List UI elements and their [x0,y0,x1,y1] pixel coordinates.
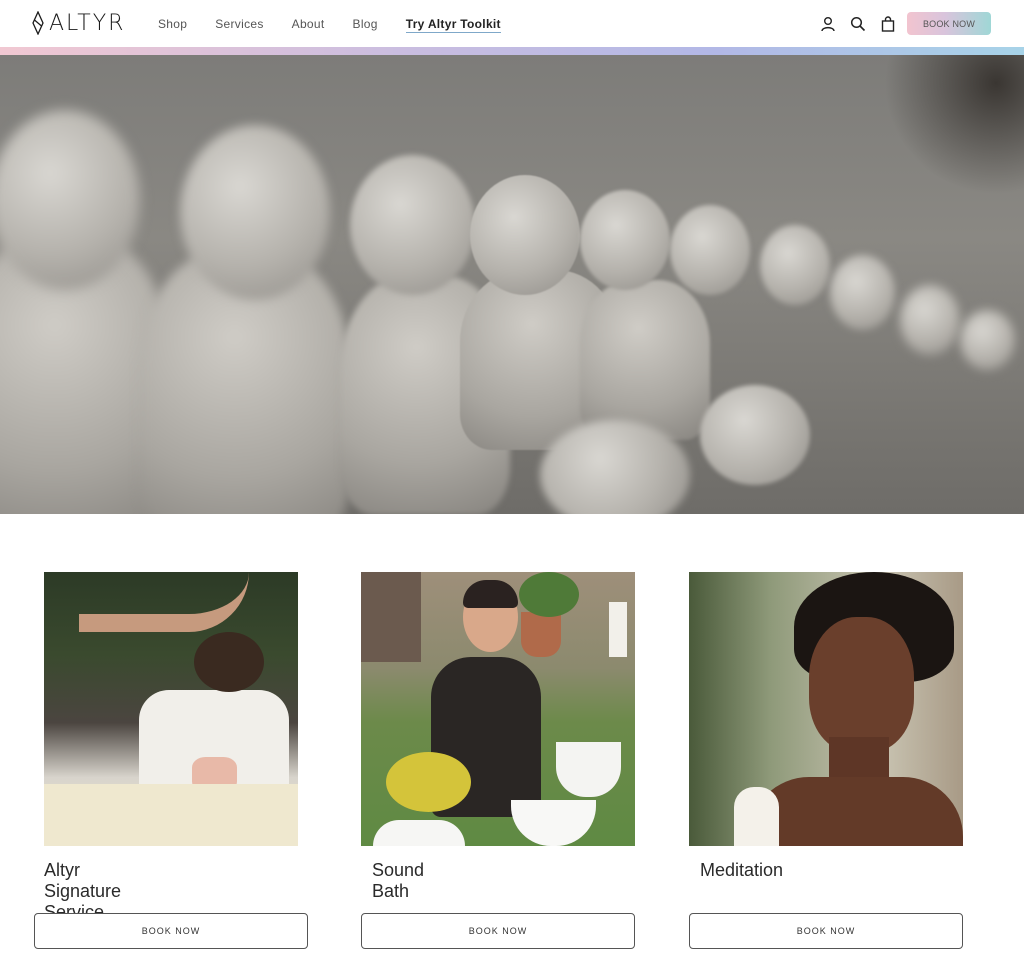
book-now-button[interactable]: BOOK NOW [34,913,308,949]
image-head [194,632,264,692]
nav-shop[interactable]: Shop [158,16,187,33]
header-book-now-button[interactable]: BOOK NOW [907,12,991,35]
hero-shadow [884,55,1024,195]
hero-figure [180,125,330,300]
hero-figure [580,190,670,290]
book-now-button[interactable]: BOOK NOW [361,913,635,949]
meditation-image[interactable] [689,572,963,846]
hero-figure [580,280,710,440]
hero-figure [670,205,750,295]
hero-figure [700,385,810,485]
nav-blog[interactable]: Blog [353,16,378,33]
image-top [734,787,779,846]
image-bowl [511,800,596,846]
image-cushion [386,752,471,812]
nav-services[interactable]: Services [215,16,263,33]
signature-service-image[interactable] [44,572,298,846]
image-arm [79,572,249,632]
nav-toolkit[interactable]: Try Altyr Toolkit [405,16,501,33]
image-face [809,617,914,752]
image-bowl [556,742,621,797]
hero-figure [760,225,830,305]
image-plant-pot [521,612,561,657]
hero-figure [830,255,895,330]
brand-logo[interactable]: ALTYR [32,10,125,36]
image-shoulders [749,777,963,846]
brand-name: ALTYR [49,10,126,36]
service-title: Sound Bath [372,860,425,901]
hero-figure [900,285,960,355]
hero-carousel[interactable] [0,55,1024,514]
account-icon[interactable] [818,14,838,34]
nav-about[interactable]: About [292,16,325,33]
cart-icon[interactable] [878,14,898,34]
image-plant [519,572,579,617]
search-icon[interactable] [848,14,868,34]
hero-figure [470,175,580,295]
image-hair [463,580,518,608]
hero-figure [960,310,1015,370]
image-blanket [44,784,298,846]
service-title: Meditation [700,860,784,880]
book-now-button[interactable]: BOOK NOW [689,913,963,949]
sound-bath-image[interactable] [361,572,635,846]
image-bowl [373,820,465,846]
header-icons [808,14,898,34]
image-candle [609,602,627,657]
header-gradient-bar [0,47,1024,55]
logo-mark-icon [32,11,44,35]
image-door [361,572,421,662]
site-header: ALTYR Shop Services About Blog Try Altyr… [0,0,1024,48]
main-nav: Shop Services About Blog Try Altyr Toolk… [158,16,529,33]
hero-figure [350,155,475,295]
